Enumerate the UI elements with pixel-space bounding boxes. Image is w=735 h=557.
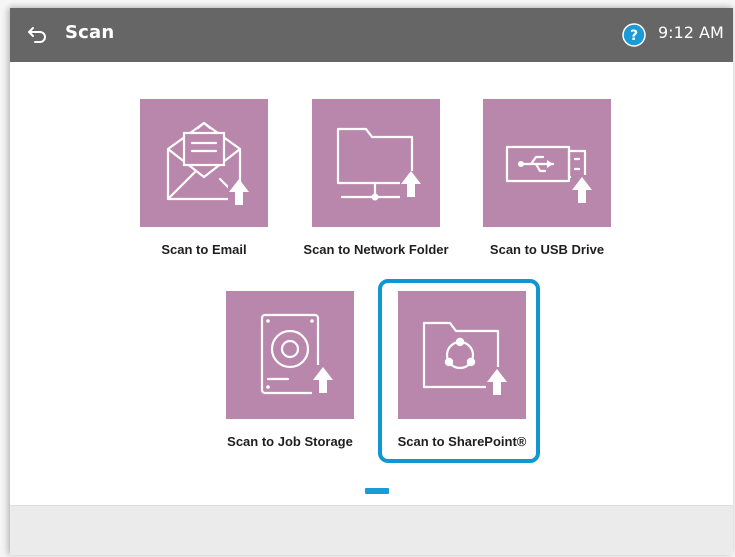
network-folder-upload-icon (336, 127, 422, 205)
scan-screen: Scan ? 9:12 AM Scan to Email Scan to Net… (10, 8, 733, 555)
scan-to-email-label: Scan to Email (161, 242, 247, 257)
page-title: Scan (65, 22, 115, 43)
help-icon[interactable]: ? (622, 23, 646, 47)
scan-to-job-storage-label: Scan to Job Storage (227, 434, 353, 449)
scan-to-network-folder-label: Scan to Network Folder (303, 242, 449, 257)
usb-upload-icon (505, 145, 593, 207)
scan-to-usb-drive-label: Scan to USB Drive (489, 242, 605, 257)
scan-to-email-button[interactable] (140, 99, 268, 227)
scan-to-usb-drive-button[interactable] (483, 99, 611, 227)
back-arrow-icon[interactable] (27, 23, 49, 45)
selection-highlight (378, 279, 540, 463)
page-indicator (365, 488, 389, 494)
svg-text:?: ? (630, 28, 638, 44)
scan-to-job-storage-button[interactable] (226, 291, 354, 419)
header-bar: Scan ? 9:12 AM (10, 8, 733, 62)
scan-to-network-folder-button[interactable] (312, 99, 440, 227)
footer-bar (10, 505, 733, 555)
email-upload-icon (166, 121, 250, 211)
job-storage-upload-icon (260, 313, 334, 399)
clock-time: 9:12 AM (658, 23, 724, 42)
